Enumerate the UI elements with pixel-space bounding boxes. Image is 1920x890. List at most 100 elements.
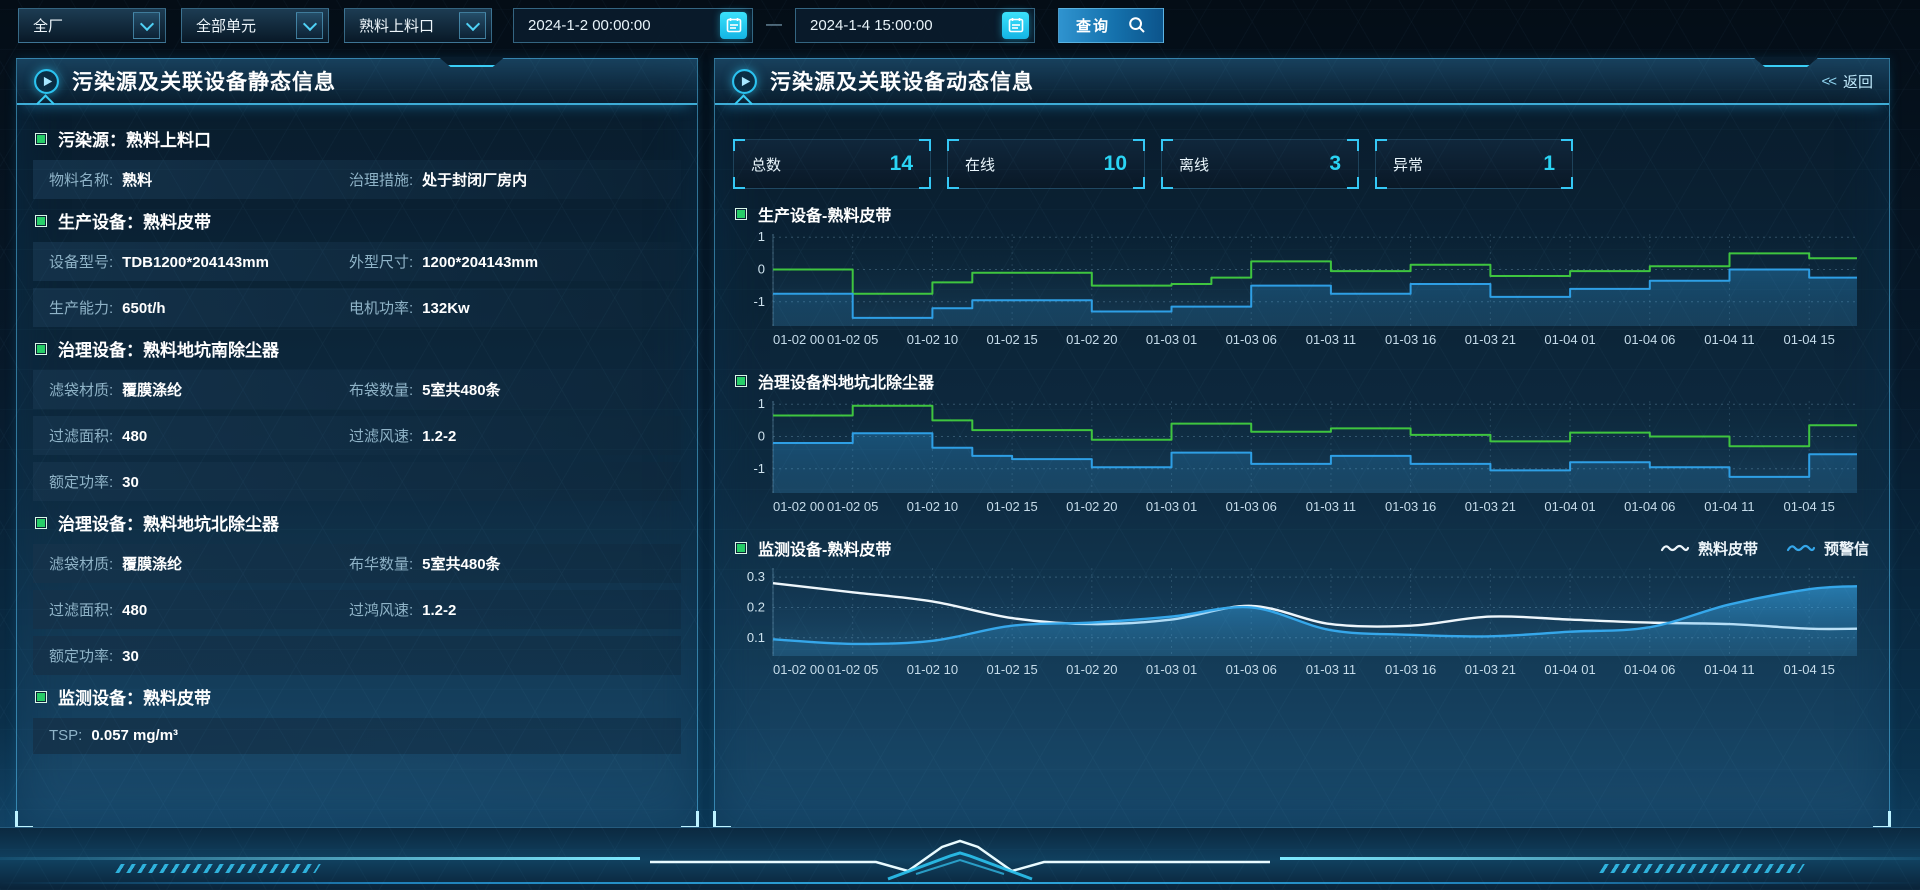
calendar-icon[interactable]: [720, 12, 747, 39]
info-label: 外型尺寸:: [349, 251, 413, 272]
info-value: 0.057 mg/m³: [91, 727, 178, 744]
device-status-summary: 总数14 在线10 离线 3 异常 1: [733, 139, 1871, 189]
section-header: 污染源：熟料上料口: [35, 126, 681, 151]
back-button-label: 返回: [1843, 71, 1873, 92]
svg-text:01-02 10: 01-02 10: [907, 662, 958, 677]
chart-3-title: 监测设备-熟料皮带: [758, 536, 891, 560]
info-pair: 外型尺寸:1200*204143mm: [349, 251, 673, 272]
status-card-value: 1: [1543, 152, 1555, 176]
query-button[interactable]: 查询: [1058, 8, 1164, 43]
chart-1-header: 生产设备-熟料皮带: [735, 202, 1869, 226]
info-value: 650t/h: [122, 300, 165, 317]
svg-text:01-03 01: 01-03 01: [1146, 332, 1197, 347]
info-pair: [349, 645, 673, 666]
info-row: 额定功率:30: [33, 636, 681, 675]
start-datetime-value: 2024-1-2 00:00:00: [528, 17, 651, 34]
svg-text:01-02 00: 01-02 00: [773, 499, 824, 514]
svg-text:01-03 06: 01-03 06: [1226, 332, 1277, 347]
end-datetime-value: 2024-1-4 15:00:00: [810, 17, 933, 34]
factory-select[interactable]: 全厂: [18, 8, 166, 43]
info-pair: 治理措施:处于封闭厂房内: [349, 169, 673, 190]
info-label: 过滤面积:: [49, 599, 113, 620]
footer-line: [1280, 857, 1920, 860]
info-label: 滤袋材质:: [49, 379, 113, 400]
svg-text:01-02 00: 01-02 00: [773, 662, 824, 677]
pollution-source-select[interactable]: 熟料上料口: [344, 8, 492, 43]
chevron-down-icon[interactable]: [296, 12, 323, 39]
wave-icon: [1786, 542, 1816, 554]
legend-item-material-belt[interactable]: 熟料皮带: [1660, 538, 1758, 559]
svg-text:01-04 15: 01-04 15: [1784, 662, 1835, 677]
svg-text:01-03 01: 01-03 01: [1146, 499, 1197, 514]
wave-icon: [1660, 542, 1690, 554]
start-datetime-input[interactable]: 2024-1-2 00:00:00: [513, 8, 753, 43]
info-pair: 滤袋材质:覆膜涤纶: [49, 379, 349, 400]
status-card: 总数14: [733, 139, 931, 189]
section-title: 治理设备：熟料地坑南除尘器: [58, 336, 279, 361]
svg-text:01-03 16: 01-03 16: [1385, 662, 1436, 677]
calendar-icon[interactable]: [1002, 12, 1029, 39]
svg-text:01-02 15: 01-02 15: [986, 662, 1037, 677]
svg-text:01-02 00: 01-02 00: [773, 332, 824, 347]
info-pair: 设备型号:TDB1200*204143mm: [49, 251, 349, 272]
svg-text:01-03 16: 01-03 16: [1385, 332, 1436, 347]
green-square-bullet-icon: [735, 208, 747, 220]
footer-line: [0, 857, 640, 860]
header-notch-decoration: [439, 57, 505, 67]
chart-canvas: 10-101-02 0001-02 0501-02 1001-02 1501-0…: [733, 228, 1869, 356]
corner-bracket-decoration: [1161, 139, 1173, 151]
static-info-title: 污染源及关联设备静态信息: [72, 66, 336, 96]
back-button[interactable]: << 返回: [1821, 71, 1873, 92]
info-label: 过滤面积:: [49, 425, 113, 446]
info-row: TSP:0.057 mg/m³: [33, 718, 681, 754]
legend-label: 熟料皮带: [1698, 538, 1758, 559]
section-title: 治理设备：熟料地坑北除尘器: [58, 510, 279, 535]
chevron-down-glyph: [302, 16, 316, 30]
info-label: 过滤风速:: [349, 425, 413, 446]
query-button-label: 查询: [1076, 15, 1110, 36]
info-value: 1.2-2: [422, 428, 456, 445]
chevron-down-icon[interactable]: [133, 12, 160, 39]
legend-label: 预警信: [1824, 538, 1869, 559]
end-datetime-input[interactable]: 2024-1-4 15:00:00: [795, 8, 1035, 43]
info-label: 生产能力:: [49, 297, 113, 318]
green-square-bullet-icon: [35, 517, 47, 529]
footer-baseline: [0, 882, 1920, 884]
info-label: 设备型号:: [49, 251, 113, 272]
info-pair: 过滤面积:480: [49, 599, 349, 620]
status-card-value: 3: [1329, 152, 1341, 176]
svg-text:01-02 20: 01-02 20: [1066, 662, 1117, 677]
info-pair: [349, 471, 673, 492]
chart-canvas: 10-101-02 0001-02 0501-02 1001-02 1501-0…: [733, 395, 1869, 523]
chevron-down-icon[interactable]: [459, 12, 486, 39]
info-label: 滤袋材质:: [49, 553, 113, 574]
svg-text:01-04 01: 01-04 01: [1544, 332, 1595, 347]
green-square-bullet-icon: [35, 691, 47, 703]
svg-text:01-03 11: 01-03 11: [1306, 332, 1356, 347]
monitoring-equipment-chart: 0.30.20.101-02 0001-02 0501-02 1001-02 1…: [733, 562, 1871, 686]
status-card-label: 异常: [1393, 154, 1423, 175]
svg-text:01-04 15: 01-04 15: [1784, 499, 1835, 514]
status-card: 在线10: [947, 139, 1145, 189]
unit-select[interactable]: 全部单元: [181, 8, 329, 43]
info-value: 1.2-2: [422, 602, 456, 619]
svg-text:0.2: 0.2: [747, 599, 765, 614]
legend-item-warning-signal[interactable]: 预警信: [1786, 538, 1869, 559]
corner-bracket-decoration: [733, 139, 745, 151]
corner-bracket-decoration: [947, 177, 959, 189]
svg-text:0.3: 0.3: [747, 569, 765, 584]
info-pair: 生产能力: 650t/h: [49, 297, 349, 318]
status-card-label: 离线: [1179, 154, 1209, 175]
info-row: 设备型号:TDB1200*204143mm外型尺寸:1200*204143mm: [33, 242, 681, 281]
footer-hatch-decoration: [1599, 864, 1805, 873]
info-label: 物料名称:: [49, 169, 113, 190]
info-label: 布袋数量:: [349, 379, 413, 400]
status-card-label: 在线: [965, 154, 995, 175]
section-header: 监测设备：熟料皮带: [35, 684, 681, 709]
static-info-list: 污染源：熟料上料口物料名称:熟料治理措施:处于封闭厂房内生产设备：熟料皮带设备型…: [17, 105, 697, 754]
info-value: 5室共480条: [422, 553, 500, 574]
dynamic-info-header: 污染源及关联设备动态信息 << 返回: [715, 59, 1889, 105]
static-info-panel: 污染源及关联设备静态信息 污染源：熟料上料口物料名称:熟料治理措施:处于封闭厂房…: [16, 58, 698, 828]
chart-2-header: 治理设备料地坑北除尘器: [735, 369, 1869, 393]
unit-select-value: 全部单元: [196, 15, 256, 36]
